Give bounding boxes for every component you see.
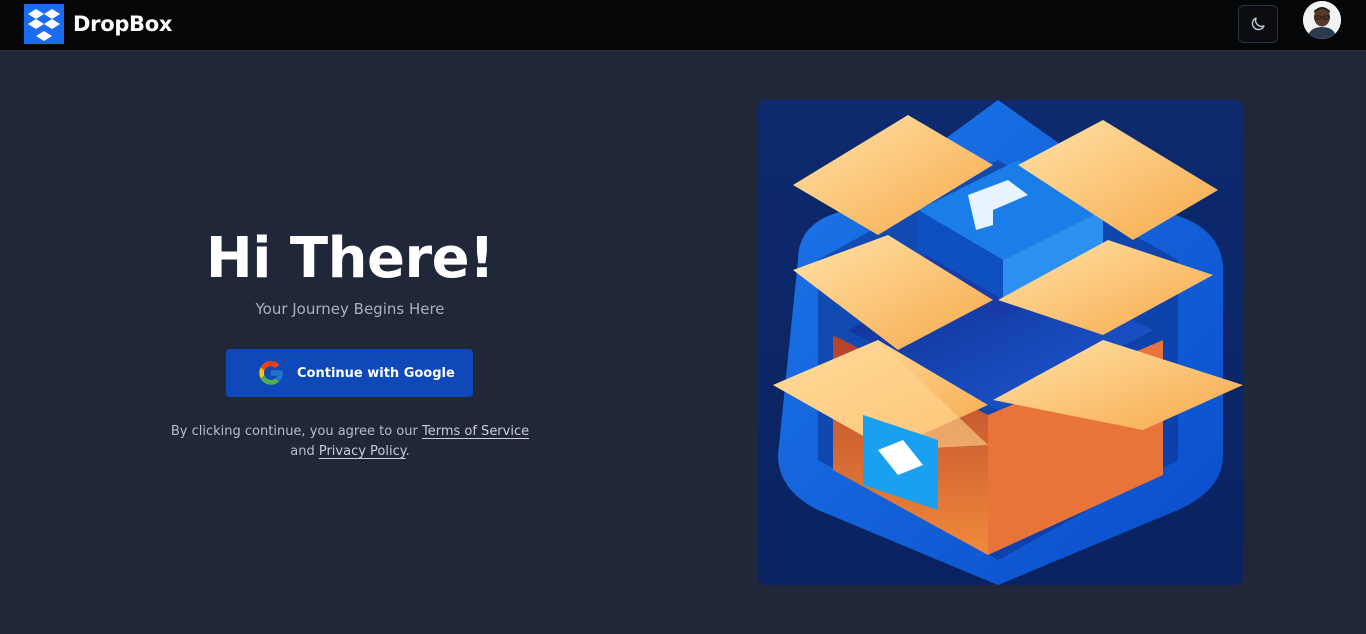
user-avatar[interactable] — [1303, 1, 1341, 39]
brand-name: DropBox — [73, 12, 173, 36]
legal-notice: By clicking continue, you agree to our T… — [150, 422, 550, 462]
avatar-icon — [1303, 1, 1341, 39]
legal-prefix: By clicking continue, you agree to our — [170, 424, 422, 439]
theme-toggle-button[interactable] — [1238, 5, 1278, 43]
google-button-label: Continue with Google — [297, 365, 455, 381]
open-box-illustration — [758, 100, 1243, 585]
top-navbar: DropBox — [0, 0, 1366, 51]
continue-with-google-button[interactable]: Continue with Google — [226, 349, 473, 397]
terms-of-service-link[interactable]: Terms of Service — [422, 424, 529, 439]
hero-text: Hi There! Your Journey Begins Here — [150, 225, 550, 319]
google-g-icon — [259, 361, 283, 385]
legal-mid: and — [290, 444, 319, 459]
privacy-policy-link[interactable]: Privacy Policy — [319, 444, 406, 459]
box-illustration-icon — [758, 100, 1243, 585]
brand[interactable]: DropBox — [24, 4, 172, 44]
page-title: Hi There! — [205, 226, 495, 291]
dropbox-logo-icon — [24, 4, 64, 44]
moon-icon — [1251, 17, 1265, 31]
page-subtitle: Your Journey Begins Here — [255, 300, 445, 318]
legal-suffix: . — [405, 444, 410, 459]
